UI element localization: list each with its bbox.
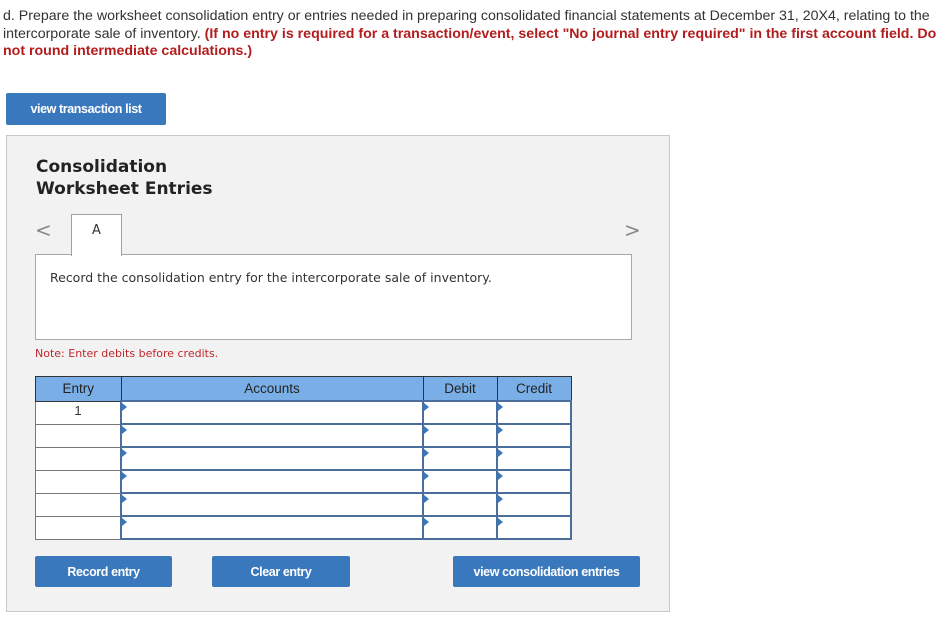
- entry-number: 1: [35, 400, 122, 425]
- tab-a[interactable]: A: [71, 214, 122, 256]
- entry-number: [35, 515, 122, 540]
- account-select[interactable]: [120, 423, 424, 448]
- credit-input[interactable]: [496, 400, 572, 425]
- header-debit: Debit: [422, 376, 498, 402]
- instruction-box: Record the consolidation entry for the i…: [35, 254, 632, 340]
- chevron-right-icon[interactable]: >: [624, 218, 641, 242]
- chevron-left-icon[interactable]: <: [35, 218, 52, 242]
- panel-title-line1: Consolidation: [36, 157, 168, 177]
- credit-input[interactable]: [496, 515, 572, 540]
- debit-input[interactable]: [422, 492, 498, 517]
- clear-entry-button[interactable]: Clear entry: [212, 556, 350, 587]
- panel-title-line2: Worksheet Entries: [36, 179, 213, 199]
- header-entry: Entry: [35, 376, 122, 402]
- view-transaction-list-button[interactable]: view transaction list: [6, 93, 166, 125]
- debit-input[interactable]: [422, 423, 498, 448]
- note-text: Note: Enter debits before credits.: [35, 347, 219, 360]
- entry-number: [35, 446, 122, 471]
- debit-input[interactable]: [422, 400, 498, 425]
- record-entry-button[interactable]: Record entry: [35, 556, 172, 587]
- debit-input[interactable]: [422, 446, 498, 471]
- account-select[interactable]: [120, 446, 424, 471]
- journal-entry-table: Entry Accounts Debit Credit 1: [35, 376, 572, 540]
- credit-input[interactable]: [496, 446, 572, 471]
- table-row: [35, 492, 572, 517]
- table-header-row: Entry Accounts Debit Credit: [35, 376, 572, 402]
- table-row: [35, 446, 572, 471]
- panel-title: Consolidation Worksheet Entries: [36, 156, 213, 200]
- entry-number: [35, 492, 122, 517]
- account-select[interactable]: [120, 492, 424, 517]
- table-row: [35, 423, 572, 448]
- account-select[interactable]: [120, 515, 424, 540]
- credit-input[interactable]: [496, 469, 572, 494]
- table-row: 1: [35, 400, 572, 425]
- entry-number: [35, 469, 122, 494]
- question-text: d. Prepare the worksheet consolidation e…: [3, 8, 948, 61]
- entry-number: [35, 423, 122, 448]
- debit-input[interactable]: [422, 515, 498, 540]
- account-select[interactable]: [120, 469, 424, 494]
- table-row: [35, 515, 572, 540]
- debit-input[interactable]: [422, 469, 498, 494]
- view-consolidation-entries-button[interactable]: view consolidation entries: [453, 556, 640, 587]
- consolidation-worksheet-panel: Consolidation Worksheet Entries < A > Re…: [6, 135, 670, 612]
- header-accounts: Accounts: [120, 376, 424, 402]
- credit-input[interactable]: [496, 492, 572, 517]
- header-credit: Credit: [496, 376, 572, 402]
- table-row: [35, 469, 572, 494]
- account-select[interactable]: [120, 400, 424, 425]
- credit-input[interactable]: [496, 423, 572, 448]
- instruction-text: Record the consolidation entry for the i…: [50, 270, 492, 285]
